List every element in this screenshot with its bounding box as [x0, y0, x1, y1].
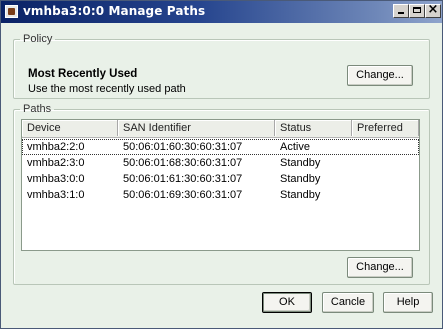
paths-legend: Paths	[23, 103, 52, 115]
help-button[interactable]: Help	[383, 292, 433, 313]
san-identifier-cell: 50:06:01:69:30:60:31:07	[123, 189, 243, 201]
status-cell: Standby	[280, 189, 321, 201]
status-cell: Active	[280, 141, 310, 153]
device-cell: vmhba2:2:0	[27, 141, 85, 153]
paths-table[interactable]: Device SAN Identifier Status Preferred v…	[21, 119, 420, 251]
maximize-icon[interactable]	[409, 4, 425, 18]
san-identifier-cell: 50:06:01:68:30:60:31:07	[123, 157, 243, 169]
status-cell: Standby	[280, 157, 321, 169]
title-bar[interactable]: vmhba3:0:0 Manage Paths	[1, 1, 442, 23]
column-header-device[interactable]: Device	[22, 120, 118, 136]
table-row[interactable]: vmhba3:1:0 50:06:01:69:30:60:31:07 Stand…	[22, 187, 419, 203]
policy-description: Use the most recently used path	[28, 83, 186, 95]
window-title: vmhba3:0:0 Manage Paths	[23, 4, 206, 18]
table-row[interactable]: vmhba2:2:0 50:06:01:60:30:60:31:07 Activ…	[22, 139, 419, 155]
device-cell: vmhba3:1:0	[27, 189, 85, 201]
column-header-preferred[interactable]: Preferred	[352, 120, 419, 136]
device-cell: vmhba3:0:0	[27, 173, 85, 185]
san-identifier-cell: 50:06:01:61:30:60:31:07	[123, 173, 243, 185]
ok-button[interactable]: OK	[262, 292, 312, 313]
status-cell: Standby	[280, 173, 321, 185]
minimize-icon[interactable]	[393, 4, 409, 18]
column-header-san-identifier[interactable]: SAN Identifier	[118, 120, 275, 136]
change-policy-button[interactable]: Change...	[347, 65, 413, 86]
policy-name: Most Recently Used	[28, 68, 138, 80]
san-identifier-cell: 50:06:01:60:30:60:31:07	[123, 141, 243, 153]
device-cell: vmhba2:3:0	[27, 157, 85, 169]
table-header: Device SAN Identifier Status Preferred	[22, 120, 419, 138]
change-path-button[interactable]: Change...	[347, 257, 413, 278]
app-icon	[5, 5, 18, 18]
policy-legend: Policy	[23, 33, 53, 45]
table-row[interactable]: vmhba3:0:0 50:06:01:61:30:60:31:07 Stand…	[22, 171, 419, 187]
table-row[interactable]: vmhba2:3:0 50:06:01:68:30:60:31:07 Stand…	[22, 155, 419, 171]
manage-paths-dialog: vmhba3:0:0 Manage Paths Policy Most Rece…	[0, 0, 443, 329]
cancel-button[interactable]: Cancle	[322, 292, 374, 313]
close-icon[interactable]	[425, 4, 441, 18]
column-header-status[interactable]: Status	[275, 120, 352, 136]
